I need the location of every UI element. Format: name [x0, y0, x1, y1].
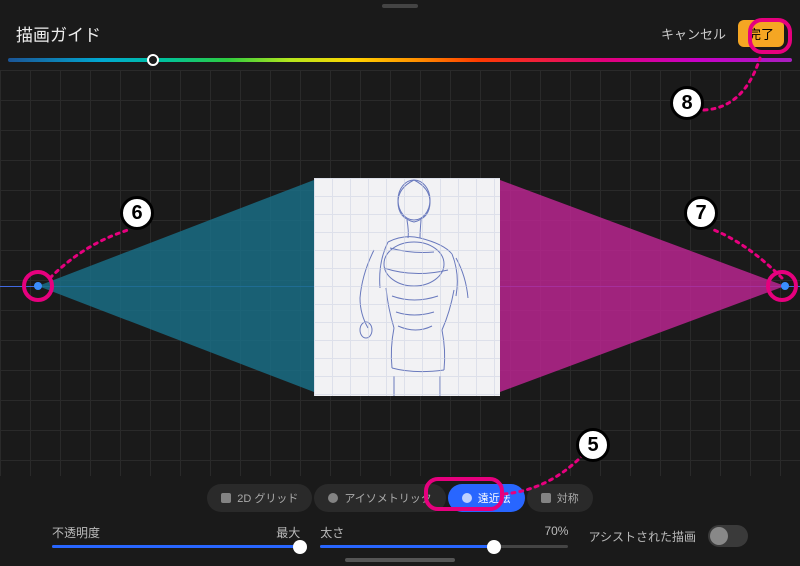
- opacity-value: 最大: [276, 524, 300, 541]
- opacity-knob[interactable]: [293, 540, 307, 554]
- header-bar: 描画ガイド キャンセル 完了: [0, 8, 800, 58]
- mode-label: 2D グリッド: [237, 490, 298, 506]
- bottom-panel: 2D グリッド アイソメトリック 遠近法 対称 不透明度 最大: [40, 484, 760, 548]
- assisted-toggle[interactable]: [708, 525, 748, 547]
- annotation-done-highlight: [748, 18, 792, 54]
- thickness-label: 太さ: [320, 524, 344, 541]
- thickness-slider[interactable]: [320, 545, 568, 548]
- thickness-value: 70%: [544, 524, 568, 541]
- cancel-button[interactable]: キャンセル: [661, 24, 726, 43]
- thickness-knob[interactable]: [487, 540, 501, 554]
- annotation-badge-5: 5: [576, 428, 610, 462]
- mode-label: アイソメトリック: [344, 490, 431, 506]
- opacity-label: 不透明度: [52, 524, 100, 541]
- guide-mode-segment: 2D グリッド アイソメトリック 遠近法 対称: [40, 484, 760, 512]
- perspective-cone-right: [500, 180, 785, 392]
- annotation-line-5: [498, 450, 588, 500]
- annotation-line-6: [44, 224, 134, 284]
- assisted-drawing-group: アシストされた描画: [588, 525, 748, 547]
- mode-2d-grid[interactable]: 2D グリッド: [207, 484, 312, 512]
- isometric-icon: [328, 493, 338, 503]
- annotation-line-8: [694, 50, 774, 120]
- annotation-badge-6: 6: [120, 196, 154, 230]
- page-title: 描画ガイド: [16, 21, 101, 46]
- annotation-perspective-highlight: [424, 477, 504, 511]
- assisted-label: アシストされた描画: [588, 528, 696, 545]
- document-grid: [314, 178, 500, 396]
- thickness-slider-group: 太さ 70%: [320, 524, 568, 548]
- annotation-badge-7: 7: [684, 196, 718, 230]
- canvas-document[interactable]: [314, 178, 500, 396]
- color-hue-slider[interactable]: [8, 58, 792, 62]
- hue-slider-handle[interactable]: [147, 54, 159, 66]
- grid-icon: [221, 493, 231, 503]
- annotation-badge-8: 8: [670, 86, 704, 120]
- opacity-slider-group: 不透明度 最大: [52, 524, 300, 548]
- annotation-vp-right-highlight: [766, 270, 798, 302]
- home-indicator[interactable]: [345, 558, 455, 562]
- perspective-cone-left: [38, 180, 314, 392]
- opacity-slider[interactable]: [52, 545, 300, 548]
- annotation-vp-left-highlight: [22, 270, 54, 302]
